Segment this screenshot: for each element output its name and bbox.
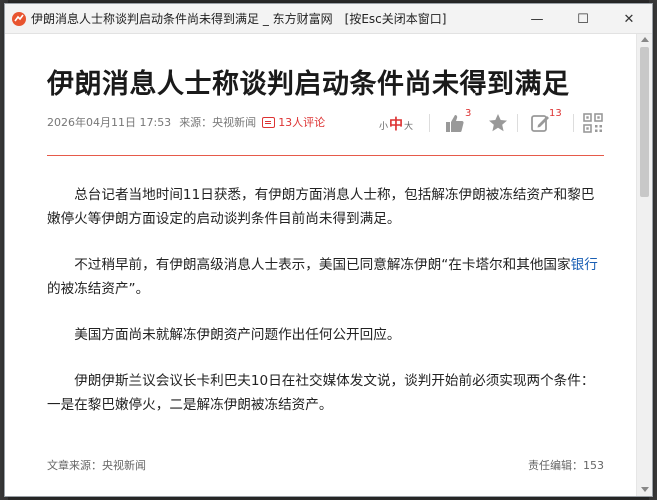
toolbar-divider: [573, 114, 574, 132]
close-button[interactable]: ✕: [606, 4, 652, 34]
paragraph-2-text-b: 的被冻结资产”。: [47, 281, 150, 297]
font-small-button[interactable]: 小: [379, 119, 388, 132]
paragraph-4: 伊朗伊斯兰议会议长卡利巴夫10日在社交媒体发文说，谈判开始前必须实现两个条件：一…: [47, 373, 595, 413]
footer-source: 文章来源：央视新闻: [47, 459, 146, 472]
article-headline: 伊朗消息人士称谈判启动条件尚未得到满足: [47, 69, 570, 100]
vertical-scrollbar[interactable]: [636, 34, 652, 496]
article-toolbar: 小 中 大 3 13: [379, 108, 609, 138]
window-controls: — ☐ ✕: [514, 4, 652, 34]
article-footer: 文章来源：央视新闻 责任编辑：153: [47, 457, 604, 473]
comments-link[interactable]: 13人评论: [262, 114, 325, 130]
article-content: 伊朗消息人士称谈判启动条件尚未得到满足 2026年04月11日 17:53 来源…: [5, 34, 637, 496]
article-datetime: 2026年04月11日 17:53: [47, 116, 172, 129]
bank-link[interactable]: 银行: [571, 257, 598, 273]
edit-count: 13: [549, 108, 562, 119]
footer-editor: 责任编辑：153: [528, 459, 604, 472]
like-icon[interactable]: [443, 112, 465, 134]
scroll-up-icon[interactable]: [641, 37, 649, 42]
scroll-down-icon[interactable]: [641, 487, 649, 492]
article-body: 总台记者当地时间11日获悉，有伊朗方面消息人士称，包括解冻伊朗被冻结资产和黎巴嫩…: [47, 183, 607, 439]
header-divider: [47, 155, 604, 156]
popup-window: 伊朗消息人士称谈判启动条件尚未得到满足 _ 东方财富网 [按Esc关闭本窗口] …: [4, 3, 653, 497]
paragraph-3: 美国方面尚未就解冻伊朗资产问题作出任何公开回应。: [74, 327, 401, 343]
paragraph-1: 总台记者当地时间11日获悉，有伊朗方面消息人士称，包括解冻伊朗被冻结资产和黎巴嫩…: [47, 187, 595, 227]
like-count: 3: [465, 108, 472, 119]
toolbar-divider: [429, 114, 430, 132]
comment-icon: [262, 116, 276, 128]
scroll-thumb[interactable]: [640, 47, 649, 197]
edit-icon[interactable]: [529, 112, 551, 134]
paragraph-2-text-a: 不过稍早前，有伊朗高级消息人士表示，美国已同意解冻伊朗“在卡塔尔和其他国家: [74, 257, 571, 273]
minimize-button[interactable]: —: [514, 4, 560, 34]
app-logo-icon: [12, 11, 26, 26]
article-meta: 2026年04月11日 17:53 来源：央视新闻 13人评论: [47, 114, 325, 130]
comments-count: 13人评论: [278, 116, 326, 129]
toolbar-divider: [517, 114, 518, 132]
font-size-switcher: 小 中 大: [379, 114, 413, 134]
star-icon[interactable]: [487, 112, 509, 134]
qr-code-icon[interactable]: [583, 113, 603, 133]
font-medium-button[interactable]: 中: [389, 114, 403, 134]
article-source: 来源：央视新闻: [179, 116, 257, 129]
title-bar[interactable]: 伊朗消息人士称谈判启动条件尚未得到满足 _ 东方财富网 [按Esc关闭本窗口] …: [5, 4, 652, 34]
maximize-button[interactable]: ☐: [560, 4, 606, 34]
paragraph-2: 不过稍早前，有伊朗高级消息人士表示，美国已同意解冻伊朗“在卡塔尔和其他国家银行的…: [47, 253, 607, 301]
window-title: 伊朗消息人士称谈判启动条件尚未得到满足 _ 东方财富网 [按Esc关闭本窗口]: [31, 12, 447, 26]
font-large-button[interactable]: 大: [404, 119, 413, 132]
